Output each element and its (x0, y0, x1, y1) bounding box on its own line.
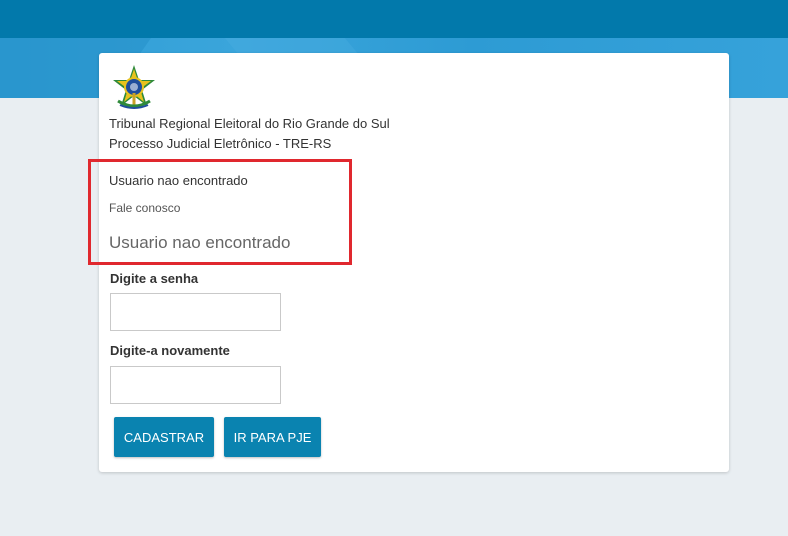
confirm-password-label: Digite-a novamente (110, 343, 230, 358)
go-to-pje-button[interactable]: IR PARA PJE (224, 417, 321, 457)
register-button[interactable]: CADASTRAR (114, 417, 214, 457)
confirm-password-field[interactable] (110, 366, 281, 404)
password-label: Digite a senha (110, 271, 199, 286)
brazil-coat-of-arms-icon (113, 65, 155, 109)
login-card: Tribunal Regional Eleitoral do Rio Grand… (88, 53, 729, 472)
org-name: Tribunal Regional Eleitoral do Rio Grand… (109, 116, 390, 131)
system-name: Processo Judicial Eletrônico - TRE-RS (109, 136, 332, 151)
error-message: Usuario nao encontrado (109, 173, 248, 188)
top-bar (0, 0, 788, 38)
contact-link[interactable]: Fale conosco (109, 201, 180, 215)
error-message-large: Usuario nao encontrado (109, 233, 291, 252)
password-field[interactable] (110, 293, 281, 331)
